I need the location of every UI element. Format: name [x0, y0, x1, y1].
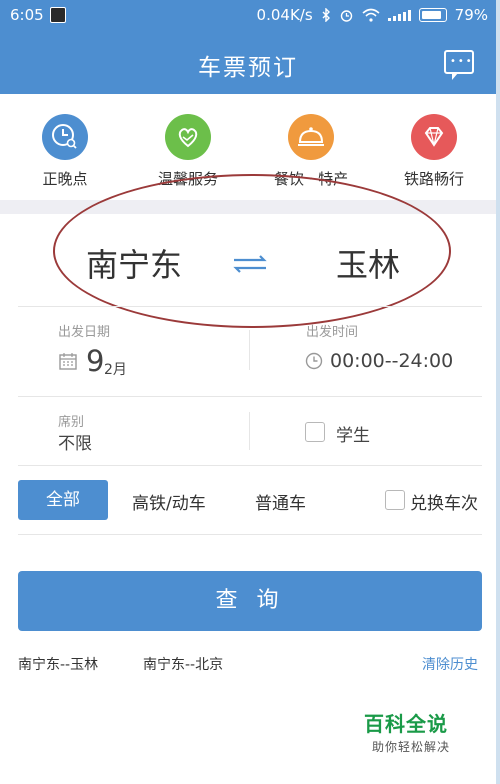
- status-time: 6:05: [10, 6, 44, 24]
- clear-history-link[interactable]: 清除历史: [422, 654, 478, 674]
- seat-label: 席别: [58, 415, 85, 430]
- watermark-subtitle: 助你轻松解决: [372, 740, 451, 754]
- time-label: 出发时间: [306, 325, 359, 340]
- watermark: 百科全说 助你轻松解决: [350, 700, 485, 766]
- signal-icon: [387, 9, 411, 21]
- tab-all[interactable]: 全部: [18, 480, 108, 520]
- diamond-icon: [411, 114, 457, 160]
- clock-icon: [305, 352, 323, 370]
- date-day: 9: [86, 344, 105, 378]
- app-header: 车票预订 •••: [0, 30, 496, 94]
- exchange-checkbox[interactable]: [385, 490, 405, 510]
- divider: [18, 465, 482, 466]
- quick-action-punctuality[interactable]: 正晚点: [10, 114, 120, 189]
- watermark-title: 百科全说: [364, 712, 448, 736]
- app-frame: 6:05 0.04K/s 79% 车票预订 ••• 正晚点 温馨服务 餐饮 · …: [0, 0, 500, 784]
- heart-hands-icon: [165, 114, 211, 160]
- message-icon[interactable]: •••: [444, 50, 474, 80]
- calendar-icon: [59, 353, 77, 370]
- clock-search-icon: [42, 114, 88, 160]
- seat-value[interactable]: 不限: [58, 429, 92, 454]
- divider: [18, 306, 482, 307]
- status-bar: 6:05 0.04K/s 79%: [0, 0, 496, 30]
- battery-icon: [418, 8, 447, 22]
- quick-action-label: 正晚点: [42, 170, 88, 188]
- date-month: 2月: [104, 362, 127, 378]
- bluetooth-icon: [322, 8, 330, 22]
- quick-action-railway[interactable]: 铁路畅行: [379, 114, 489, 189]
- divider: [18, 534, 482, 535]
- annotation-circle: [53, 174, 451, 328]
- sim-icon: [50, 7, 66, 23]
- alarm-icon: [340, 9, 352, 22]
- tab-high-speed[interactable]: 高铁/动车: [132, 489, 206, 514]
- wifi-icon: [362, 8, 380, 22]
- student-checkbox[interactable]: [305, 422, 325, 442]
- date-label: 出发日期: [58, 325, 111, 340]
- divider: [18, 396, 482, 397]
- history-item[interactable]: 南宁东--玉林: [18, 654, 98, 674]
- tab-normal[interactable]: 普通车: [255, 489, 306, 514]
- query-button[interactable]: 查 询: [18, 571, 482, 631]
- quick-action-label: 铁路畅行: [403, 170, 464, 188]
- battery-level: 79%: [454, 6, 488, 24]
- exchange-label: 兑换车次: [410, 494, 478, 514]
- network-speed: 0.04K/s: [256, 6, 313, 24]
- time-range: 00:00--24:00: [330, 350, 454, 372]
- divider: [249, 330, 250, 370]
- page-title: 车票预订: [198, 55, 298, 81]
- history-item[interactable]: 南宁东--北京: [143, 654, 223, 674]
- divider: [249, 412, 250, 450]
- student-label: 学生: [336, 426, 370, 446]
- cloche-icon: [288, 114, 334, 160]
- status-right: 0.04K/s 79%: [257, 6, 488, 24]
